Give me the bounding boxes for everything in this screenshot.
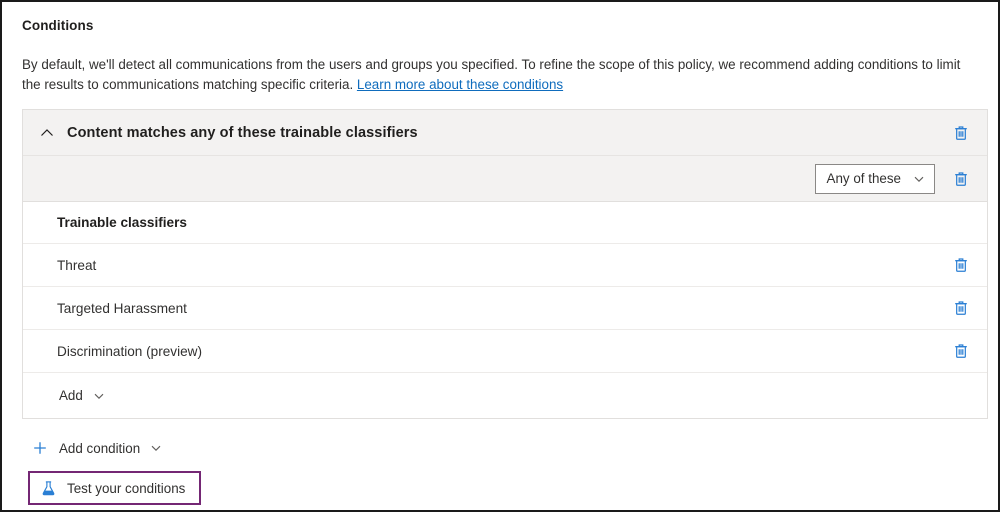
add-classifier-label: Add xyxy=(59,388,83,403)
test-conditions-focus-ring: Test your conditions xyxy=(28,471,201,505)
delete-classifier-button[interactable] xyxy=(947,251,975,279)
trash-icon xyxy=(952,124,970,142)
plus-icon xyxy=(32,440,48,456)
classifier-name: Targeted Harassment xyxy=(57,301,935,316)
learn-more-link[interactable]: Learn more about these conditions xyxy=(357,77,563,92)
classifier-list: Trainable classifiers Threat xyxy=(23,202,987,418)
table-row: Threat xyxy=(23,244,987,287)
delete-classifier-button[interactable] xyxy=(947,337,975,365)
chevron-down-icon xyxy=(93,390,105,402)
trash-icon xyxy=(952,299,970,317)
trash-icon xyxy=(952,170,970,188)
add-condition-button[interactable]: Add condition xyxy=(28,437,166,459)
operator-dropdown-value: Any of these xyxy=(827,171,901,186)
add-condition-label: Add condition xyxy=(59,441,140,456)
classifier-name: Threat xyxy=(57,258,935,273)
condition-operator-row: Any of these xyxy=(23,156,987,202)
chevron-down-icon xyxy=(913,173,925,185)
trash-icon xyxy=(952,342,970,360)
classifier-column-header: Trainable classifiers xyxy=(23,202,987,244)
conditions-page: Conditions By default, we'll detect all … xyxy=(2,2,998,510)
classifier-name: Discrimination (preview) xyxy=(57,344,935,359)
operator-dropdown[interactable]: Any of these xyxy=(815,164,935,194)
condition-card-title: Content matches any of these trainable c… xyxy=(67,125,935,141)
section-description: By default, we'll detect all communicati… xyxy=(22,55,978,95)
table-row: Targeted Harassment xyxy=(23,287,987,330)
condition-card-header[interactable]: Content matches any of these trainable c… xyxy=(23,110,987,156)
add-classifier-row: Add xyxy=(23,373,987,418)
chevron-down-icon xyxy=(150,442,162,454)
flask-icon xyxy=(40,480,57,497)
table-row: Discrimination (preview) xyxy=(23,330,987,373)
condition-card: Content matches any of these trainable c… xyxy=(22,109,988,419)
test-conditions-button[interactable]: Test your conditions xyxy=(31,474,198,502)
test-conditions-label: Test your conditions xyxy=(67,481,185,496)
screenshot-frame: Conditions By default, we'll detect all … xyxy=(0,0,1000,512)
chevron-up-icon[interactable] xyxy=(39,125,55,141)
page-title: Conditions xyxy=(22,16,978,36)
add-classifier-button[interactable]: Add xyxy=(57,384,111,407)
trash-icon xyxy=(952,256,970,274)
classifier-column-header-label: Trainable classifiers xyxy=(57,215,975,230)
delete-condition-button[interactable] xyxy=(947,119,975,147)
footer-actions: Add condition xyxy=(22,419,978,505)
delete-operator-button[interactable] xyxy=(947,165,975,193)
delete-classifier-button[interactable] xyxy=(947,294,975,322)
